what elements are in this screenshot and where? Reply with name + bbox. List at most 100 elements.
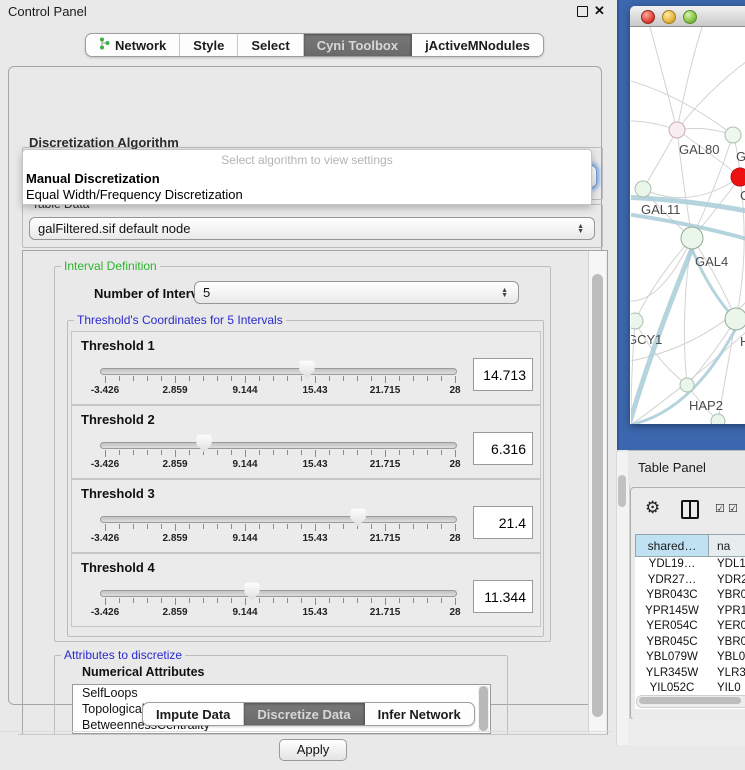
float-window-icon[interactable]	[577, 6, 588, 17]
slider-tick	[399, 524, 400, 529]
column-split-icon[interactable]	[681, 500, 699, 519]
slider-tick	[105, 598, 106, 605]
threshold-panel: Threshold 3-3.4262.8599.14415.4321.71528…	[71, 479, 541, 553]
network-canvas[interactable]: GAL80GACGAL11GAL4GCY1HHAP2	[631, 27, 745, 424]
table-row[interactable]: YER054CYER0	[635, 619, 745, 635]
tab-infer-network[interactable]: Infer Network	[365, 703, 474, 725]
threshold-slider-thumb[interactable]	[244, 582, 260, 601]
threshold-label: Threshold 2	[81, 412, 155, 427]
slider-tick-label: 2.859	[145, 607, 205, 618]
threshold-slider-thumb[interactable]	[196, 434, 212, 453]
slider-tick	[385, 450, 386, 457]
zoom-traffic-light-icon[interactable]	[683, 10, 697, 24]
minimize-traffic-light-icon[interactable]	[662, 10, 676, 24]
table-cell: YBR043C	[635, 588, 709, 604]
panel-divider-scrollbar-thumb[interactable]	[618, 475, 626, 507]
table-row[interactable]: YDR27…YDR2	[635, 573, 745, 589]
network-node[interactable]	[681, 227, 703, 249]
tab-impute-data[interactable]: Impute Data	[143, 703, 244, 725]
table-horizontal-scrollbar[interactable]	[636, 695, 745, 708]
slider-tick	[371, 450, 372, 455]
slider-tick-label: -3.426	[75, 385, 135, 396]
slider-tick	[133, 598, 134, 603]
threshold-slider-track[interactable]	[100, 442, 457, 449]
select-all-checkbox-icon[interactable]: ☑	[715, 502, 725, 515]
slider-tick	[329, 376, 330, 381]
slider-tick-label: 21.715	[355, 459, 415, 470]
network-edge[interactable]	[635, 238, 692, 321]
dropdown-option[interactable]: Manual Discretization	[25, 171, 586, 186]
apply-button[interactable]: Apply	[279, 739, 347, 761]
slider-tick	[147, 450, 148, 455]
table-row[interactable]: YLR345WYLR3	[635, 666, 745, 682]
panel-divider-scrollbar[interactable]	[616, 452, 630, 745]
table-column-header[interactable]: na	[709, 534, 745, 557]
close-traffic-light-icon[interactable]	[641, 10, 655, 24]
network-node[interactable]	[725, 308, 745, 330]
table-row[interactable]: YBR043CYBR0	[635, 588, 745, 604]
list-scrollbar-thumb[interactable]	[479, 686, 488, 731]
network-node[interactable]	[669, 122, 685, 138]
slider-tick	[413, 376, 414, 381]
slider-tick	[133, 524, 134, 529]
node-table: shared…na YDL19…YDL1YDR27…YDR2YBR043CYBR…	[635, 534, 745, 709]
vertical-scrollbar-thumb[interactable]	[592, 274, 603, 717]
slider-tick	[371, 598, 372, 603]
threshold-slider-track[interactable]	[100, 590, 457, 597]
tab-jactivemnodules[interactable]: jActiveMNodules	[412, 34, 543, 56]
network-node[interactable]	[731, 168, 745, 186]
network-edge[interactable]	[643, 130, 677, 189]
network-node[interactable]	[631, 313, 643, 329]
bottom-tab-bar: Impute DataDiscretize DataInfer Network	[142, 702, 475, 726]
slider-tick	[301, 376, 302, 381]
gear-icon[interactable]: ⚙	[645, 499, 660, 516]
slider-tick	[315, 450, 316, 457]
threshold-value-field[interactable]: 14.713	[473, 358, 533, 391]
network-window-titlebar[interactable]	[630, 6, 745, 27]
slider-tick	[203, 598, 204, 603]
network-edge[interactable]	[650, 27, 677, 130]
slider-tick	[189, 376, 190, 381]
table-row[interactable]: YBL079WYBL0	[635, 650, 745, 666]
slider-tick	[301, 450, 302, 455]
slider-tick-label: 2.859	[145, 459, 205, 470]
select-column-checkbox-icon[interactable]: ☑	[728, 502, 738, 515]
slider-tick	[441, 598, 442, 603]
attribute-list-item[interactable]: SelfLoops	[73, 685, 490, 701]
threshold-slider-track[interactable]	[100, 368, 457, 375]
network-node[interactable]	[680, 378, 694, 392]
tab-style[interactable]: Style	[180, 34, 238, 56]
network-node[interactable]	[635, 181, 651, 197]
table-column-header[interactable]: shared…	[635, 534, 709, 557]
slider-tick-label: 2.859	[145, 533, 205, 544]
slider-tick-label: 15.43	[285, 459, 345, 470]
tab-cyni-toolbox[interactable]: Cyni Toolbox	[304, 34, 412, 56]
table-row[interactable]: YDL19…YDL1	[635, 557, 745, 573]
slider-tick	[329, 598, 330, 603]
table-horizontal-scrollbar-thumb[interactable]	[639, 697, 741, 704]
network-node[interactable]	[725, 127, 741, 143]
dropdown-option[interactable]: Equal Width/Frequency Discretization	[25, 187, 586, 202]
list-scrollbar[interactable]	[478, 686, 489, 731]
threshold-value-field[interactable]: 11.344	[473, 580, 533, 613]
threshold-value-field[interactable]: 6.316	[473, 432, 533, 465]
threshold-value-field[interactable]: 21.4	[473, 506, 533, 539]
table-row[interactable]: YPR145WYPR1	[635, 604, 745, 620]
algorithm-dropdown-popup: Select algorithm to view settings Manual…	[22, 149, 592, 205]
network-node[interactable]	[711, 414, 725, 424]
slider-tick	[301, 598, 302, 603]
threshold-slider-track[interactable]	[100, 516, 457, 523]
table-row[interactable]: YBR045CYBR0	[635, 635, 745, 651]
tab-network[interactable]: Network	[86, 34, 180, 56]
network-edge[interactable]	[692, 238, 736, 319]
tab-discretize-data[interactable]: Discretize Data	[244, 703, 364, 725]
threshold-panel: Threshold 1-3.4262.8599.14415.4321.71528…	[71, 331, 541, 405]
tab-select[interactable]: Select	[238, 34, 303, 56]
vertical-scrollbar[interactable]	[588, 251, 606, 733]
network-edge[interactable]	[643, 177, 740, 198]
table-data-combobox[interactable]: galFiltered.sif default node ▲▼	[29, 217, 595, 240]
number-of-intervals-combobox[interactable]: 5 ▲▼	[194, 281, 519, 304]
threshold-panel: Threshold 4-3.4262.8599.14415.4321.71528…	[71, 553, 541, 627]
threshold-slider-thumb[interactable]	[350, 508, 366, 527]
close-icon[interactable]: ✕	[594, 3, 605, 19]
